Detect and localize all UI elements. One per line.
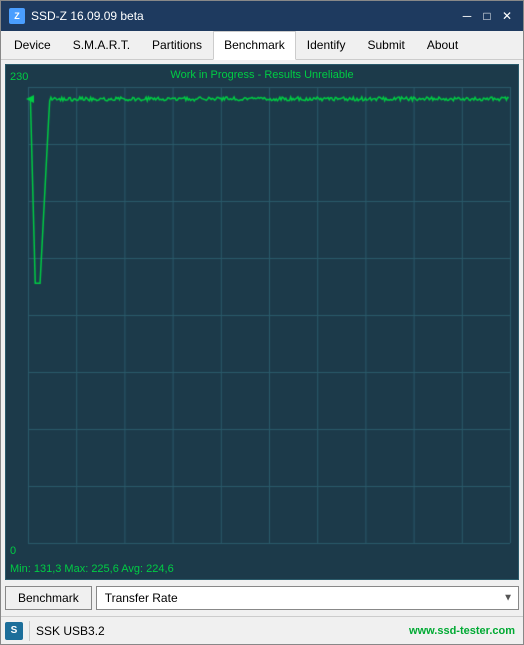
dropdown-container: Transfer Rate Access Time IOPS ▼: [96, 586, 519, 610]
status-device-name: SSK USB3.2: [36, 624, 403, 638]
menu-about[interactable]: About: [416, 31, 469, 59]
close-button[interactable]: ✕: [499, 8, 515, 24]
titlebar: Z SSD-Z 16.09.09 beta ─ □ ✕: [1, 1, 523, 31]
status-separator: [29, 621, 30, 641]
titlebar-controls: ─ □ ✕: [459, 8, 515, 24]
status-url: www.ssd-tester.com: [409, 625, 519, 637]
window-title: SSD-Z 16.09.09 beta: [31, 9, 144, 23]
chart-y-max: 230: [10, 71, 28, 83]
chart-y-min: 0: [10, 545, 16, 557]
menu-identify[interactable]: Identify: [296, 31, 357, 59]
titlebar-left: Z SSD-Z 16.09.09 beta: [9, 8, 144, 24]
menu-partitions[interactable]: Partitions: [141, 31, 213, 59]
chart-container: Work in Progress - Results Unreliable 23…: [5, 64, 519, 580]
app-icon: Z: [9, 8, 25, 24]
statusbar: S SSK USB3.2 www.ssd-tester.com: [1, 616, 523, 644]
minimize-button[interactable]: ─: [459, 8, 475, 24]
menubar: Device S.M.A.R.T. Partitions Benchmark I…: [1, 31, 523, 60]
transfer-type-dropdown[interactable]: Transfer Rate Access Time IOPS: [96, 586, 519, 610]
chart-title: Work in Progress - Results Unreliable: [170, 69, 353, 81]
menu-smart[interactable]: S.M.A.R.T.: [62, 31, 141, 59]
maximize-button[interactable]: □: [479, 8, 495, 24]
status-icon: S: [5, 622, 23, 640]
status-icon-label: S: [11, 625, 18, 636]
benchmark-button[interactable]: Benchmark: [5, 586, 92, 610]
menu-benchmark[interactable]: Benchmark: [213, 31, 296, 60]
bottom-controls: Benchmark Transfer Rate Access Time IOPS…: [5, 584, 519, 612]
menu-submit[interactable]: Submit: [356, 31, 415, 59]
benchmark-canvas: [6, 65, 518, 579]
chart-stats: Min: 131,3 Max: 225,6 Avg: 224,6: [10, 563, 174, 575]
app-icon-label: Z: [14, 11, 20, 21]
main-window: Z SSD-Z 16.09.09 beta ─ □ ✕ Device S.M.A…: [0, 0, 524, 645]
content-area: Work in Progress - Results Unreliable 23…: [1, 60, 523, 616]
menu-device[interactable]: Device: [3, 31, 62, 59]
